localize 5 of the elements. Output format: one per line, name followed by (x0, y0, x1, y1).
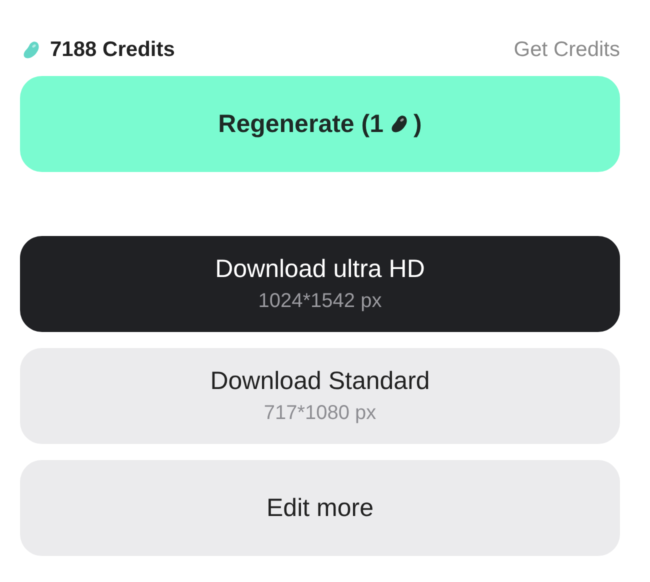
download-button[interactable]: Download Standard 717*1080 px (20, 348, 620, 444)
edit-button[interactable]: Edit more (20, 460, 620, 556)
credits-count: 7188 Credits (50, 38, 175, 62)
regenerate-button[interactable]: Regenerate (1 ) (20, 76, 620, 172)
download-button[interactable]: Download ultra HD 1024*1542 px (20, 236, 620, 332)
